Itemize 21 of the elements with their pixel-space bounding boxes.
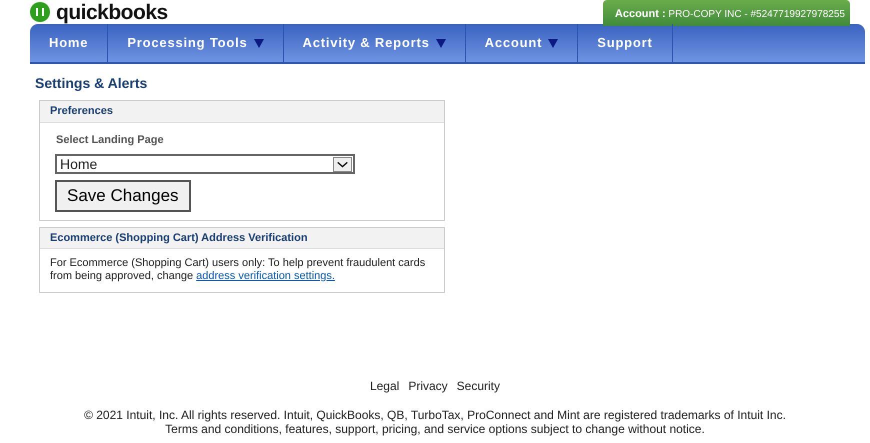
save-changes-button[interactable]: Save Changes: [55, 180, 191, 212]
logo: quickbooks: [56, 2, 168, 22]
field-label: Select Landing Page: [56, 132, 165, 148]
footer-link[interactable]: Security: [456, 377, 500, 395]
caret-icon: [333, 156, 352, 172]
copyright-text: © 2021 Intuit, Inc. All rights reserved. Intuit, QuickBooks, QB, TurboTax, ProConnect and Mint are registered trademarks of Intuit Inc.: [83, 408, 787, 422]
copyright-text: Terms and conditions, features, support, pricing, and service options subject to change without notice.: [164, 422, 706, 436]
nav-tab[interactable]: Home: [30, 24, 108, 62]
footer-link[interactable]: Legal: [370, 377, 400, 395]
nav-tab[interactable]: Activity & Reports: [284, 24, 466, 62]
page-title: Settings & Alerts: [35, 74, 148, 93]
panel-header: Ecommerce (Shopping Cart) Address Verification: [40, 228, 444, 249]
nav-tab[interactable]: Processing Tools: [108, 24, 284, 62]
nav-tab[interactable]: Support: [578, 24, 673, 62]
verification-settings-link[interactable]: address verification settings.: [196, 270, 335, 282]
verification-text: For Ecommerce (Shopping Cart) users only: To help prevent fraudulent cards from being approved, change address verification settings.: [49, 256, 426, 284]
footer-link[interactable]: Privacy: [408, 377, 448, 395]
landing-page-select[interactable]: Home: [55, 154, 355, 174]
logo-icon: [30, 2, 50, 22]
nav-tab[interactable]: Account: [466, 24, 578, 62]
panel-header: Preferences: [40, 101, 444, 122]
